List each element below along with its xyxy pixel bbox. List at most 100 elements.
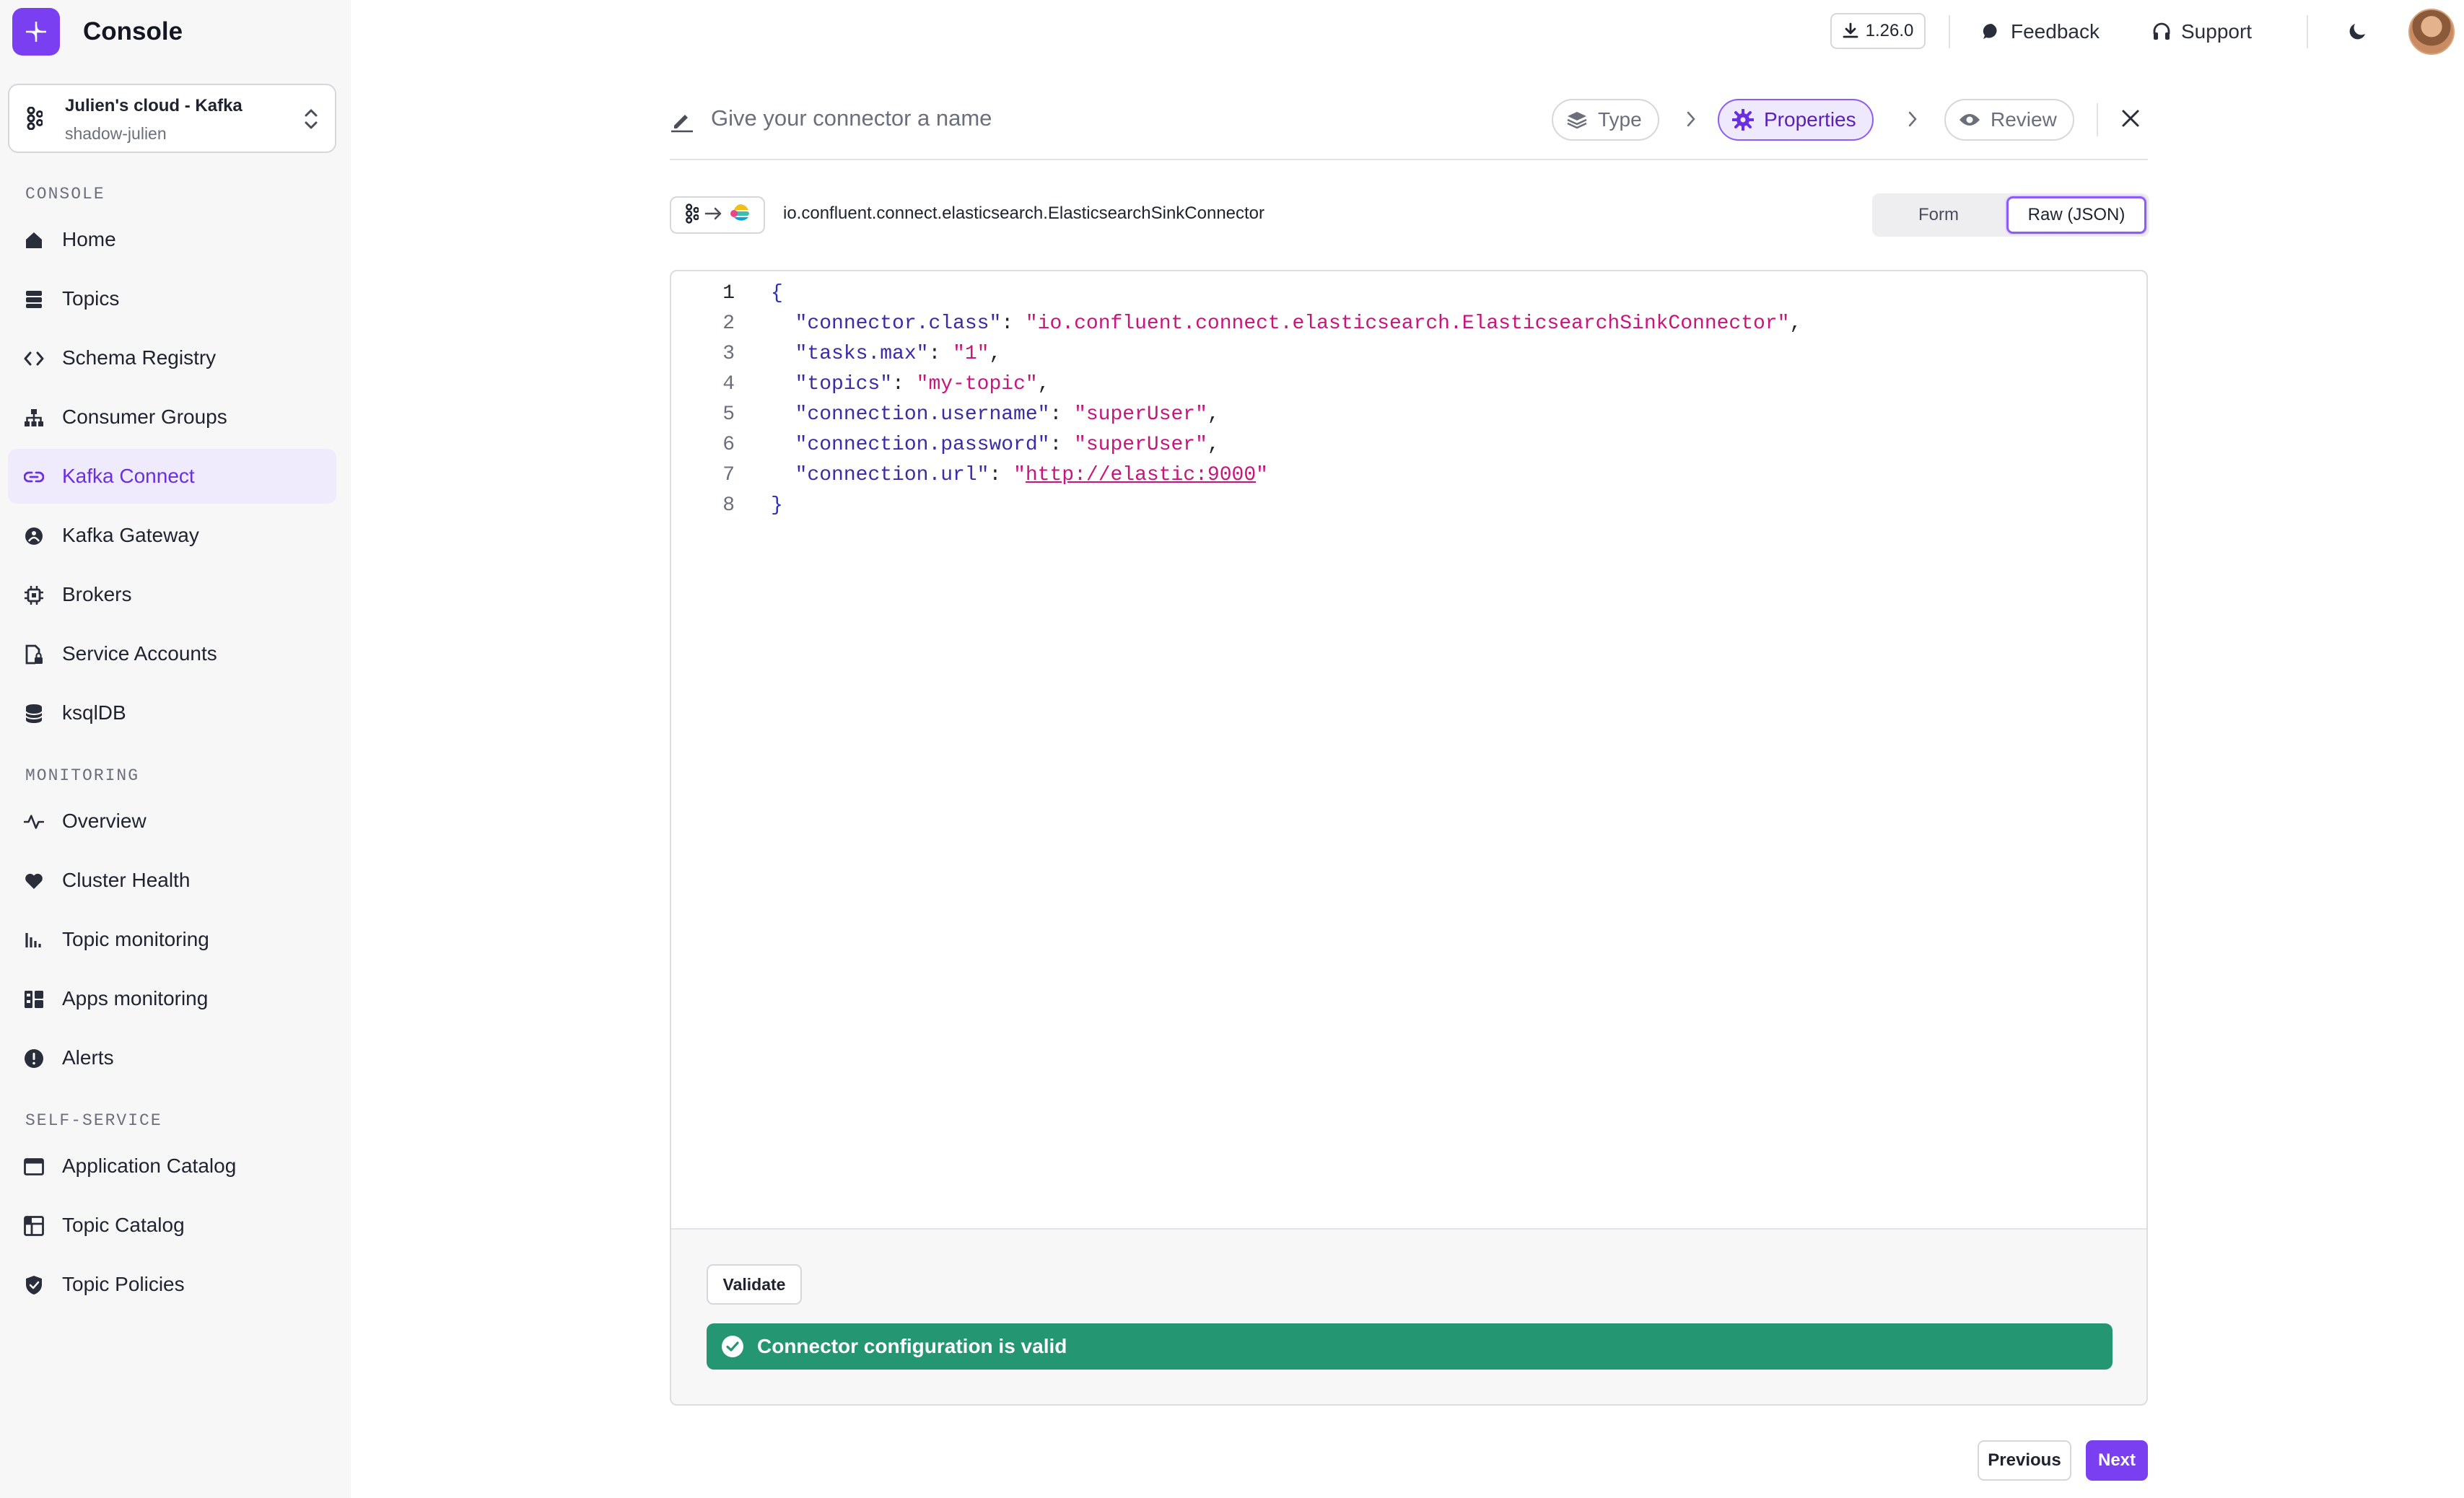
code-line[interactable]: 8} — [671, 491, 2146, 521]
code-token: "superUser" — [1074, 434, 1207, 456]
user-avatar[interactable] — [2408, 9, 2455, 55]
headphones-icon — [2152, 22, 2171, 41]
sidebar-item-label: Schema Registry — [62, 346, 217, 369]
activity-icon — [24, 812, 44, 832]
connector-class-label: io.confluent.connect.elasticsearch.Elast… — [783, 203, 1265, 223]
pencil-icon[interactable] — [670, 108, 694, 136]
feedback-link[interactable]: Feedback — [1982, 17, 2100, 46]
sidebar-item-service-accounts[interactable]: Service Accounts — [8, 626, 336, 681]
code-token: " — [1013, 464, 1026, 486]
sidebar-item-label: Home — [62, 228, 116, 250]
sidebar-item-label: Kafka Gateway — [62, 524, 199, 546]
sidebar-item-topic-monitoring[interactable]: Topic monitoring — [8, 912, 336, 967]
connector-name-input[interactable]: Give your connector a name — [711, 105, 992, 131]
code-line[interactable]: 1{ — [671, 279, 2146, 309]
brand[interactable]: Console — [12, 8, 183, 56]
step-properties[interactable]: Properties — [1718, 99, 1874, 141]
code-line[interactable]: 5 "connection.username": "superUser", — [671, 400, 2146, 430]
sidebar-item-topic-policies[interactable]: Topic Policies — [8, 1257, 336, 1312]
validation-success-banner: Connector configuration is valid — [707, 1323, 2113, 1370]
sidebar-item-topics[interactable]: Topics — [8, 271, 336, 326]
kafka-icon — [25, 106, 43, 133]
sidebar-item-cluster-health[interactable]: Cluster Health — [8, 853, 336, 908]
code-token: { — [771, 282, 783, 305]
line-content: "connection.password": "superUser", — [771, 430, 1220, 460]
step-review[interactable]: Review — [1944, 99, 2074, 141]
sidebar-item-label: Service Accounts — [62, 642, 217, 665]
cluster-selector[interactable]: Julien's cloud - Kafka shadow-julien — [8, 84, 336, 153]
code-token: "io.confluent.connect.elasticsearch.Elas… — [1025, 312, 1790, 335]
support-link[interactable]: Support — [2152, 17, 2252, 46]
json-editor[interactable]: 1{2 "connector.class": "io.confluent.con… — [670, 270, 2148, 1406]
code-token: "topics" — [795, 373, 893, 395]
version-label: 1.26.0 — [1865, 21, 1914, 40]
topbar-divider — [2307, 15, 2308, 48]
bar-chart-icon — [24, 930, 44, 950]
topbar-divider — [1949, 15, 1950, 48]
sidebar-item-topic-catalog[interactable]: Topic Catalog — [8, 1198, 336, 1253]
raw-json-view-button[interactable]: Raw (JSON) — [2006, 196, 2146, 234]
console-logo-icon — [12, 8, 60, 56]
sidebar-item-home[interactable]: Home — [8, 212, 336, 267]
code-token: : — [892, 373, 917, 395]
gateway-icon — [24, 526, 44, 546]
sidebar-item-label: Alerts — [62, 1046, 114, 1069]
line-content: "connection.username": "superUser", — [771, 400, 1220, 430]
sidebar-item-kafka-gateway[interactable]: Kafka Gateway — [8, 508, 336, 563]
code-line[interactable]: 3 "tasks.max": "1", — [671, 339, 2146, 369]
code-token: " — [1256, 464, 1268, 486]
form-view-button[interactable]: Form — [1875, 196, 2002, 234]
feedback-label: Feedback — [2011, 20, 2100, 43]
sidebar-item-label: Cluster Health — [62, 869, 191, 891]
sidebar-item-schema-registry[interactable]: Schema Registry — [8, 330, 336, 385]
version-badge[interactable]: 1.26.0 — [1830, 13, 1926, 49]
code-token: "tasks.max" — [795, 343, 929, 365]
line-number: 1 — [722, 282, 735, 305]
sidebar-item-kafka-connect[interactable]: Kafka Connect — [8, 449, 336, 504]
line-content: "topics": "my-topic", — [771, 369, 1050, 400]
sidebar-item-consumer-groups[interactable]: Consumer Groups — [8, 390, 336, 444]
shield-icon — [24, 1275, 44, 1295]
catalog-icon — [24, 1216, 44, 1236]
sidebar-item-application-catalog[interactable]: Application Catalog — [8, 1139, 336, 1193]
download-icon — [1843, 22, 1858, 40]
step-label: Properties — [1764, 108, 1856, 131]
sidebar-item-ksqldb[interactable]: ksqlDB — [8, 686, 336, 740]
check-circle-icon — [721, 1335, 744, 1358]
sidebar-item-label: Brokers — [62, 583, 132, 605]
connector-type-badge — [670, 196, 765, 234]
sidebar-item-alerts[interactable]: Alerts — [8, 1030, 336, 1085]
database-icon — [24, 704, 44, 724]
support-label: Support — [2181, 20, 2253, 43]
step-type[interactable]: Type — [1552, 99, 1659, 141]
sidebar-item-overview[interactable]: Overview — [8, 794, 336, 849]
section-label-monitoring: MONITORING — [25, 766, 140, 785]
next-button[interactable]: Next — [2086, 1440, 2148, 1481]
sidebar-item-label: Apps monitoring — [62, 987, 209, 1009]
code-token: : — [928, 343, 953, 365]
code-token: "connection.username" — [795, 403, 1050, 426]
code-token: "connection.url" — [795, 464, 989, 486]
sidebar-item-brokers[interactable]: Brokers — [8, 567, 336, 622]
validate-button[interactable]: Validate — [707, 1264, 802, 1305]
code-line[interactable]: 6 "connection.password": "superUser", — [671, 430, 2146, 460]
code-area[interactable]: 1{2 "connector.class": "io.confluent.con… — [671, 279, 2146, 521]
previous-button[interactable]: Previous — [1978, 1440, 2071, 1481]
close-icon[interactable] — [2120, 108, 2141, 132]
code-line[interactable]: 7 "connection.url": "http://elastic:9000… — [671, 460, 2146, 491]
view-mode-toggle: Form Raw (JSON) — [1872, 193, 2149, 237]
code-token: : — [1049, 434, 1075, 456]
theme-toggle-moon-icon[interactable] — [2347, 20, 2369, 45]
line-content: "tasks.max": "1", — [771, 339, 1002, 369]
line-content: "connector.class": "io.confluent.connect… — [771, 309, 1802, 339]
sidebar-item-apps-monitoring[interactable]: Apps monitoring — [8, 971, 336, 1026]
line-content: } — [771, 491, 783, 521]
code-line[interactable]: 2 "connector.class": "io.confluent.conne… — [671, 309, 2146, 339]
topics-icon — [24, 289, 44, 310]
code-line[interactable]: 4 "topics": "my-topic", — [671, 369, 2146, 400]
code-token: "superUser" — [1074, 403, 1207, 426]
